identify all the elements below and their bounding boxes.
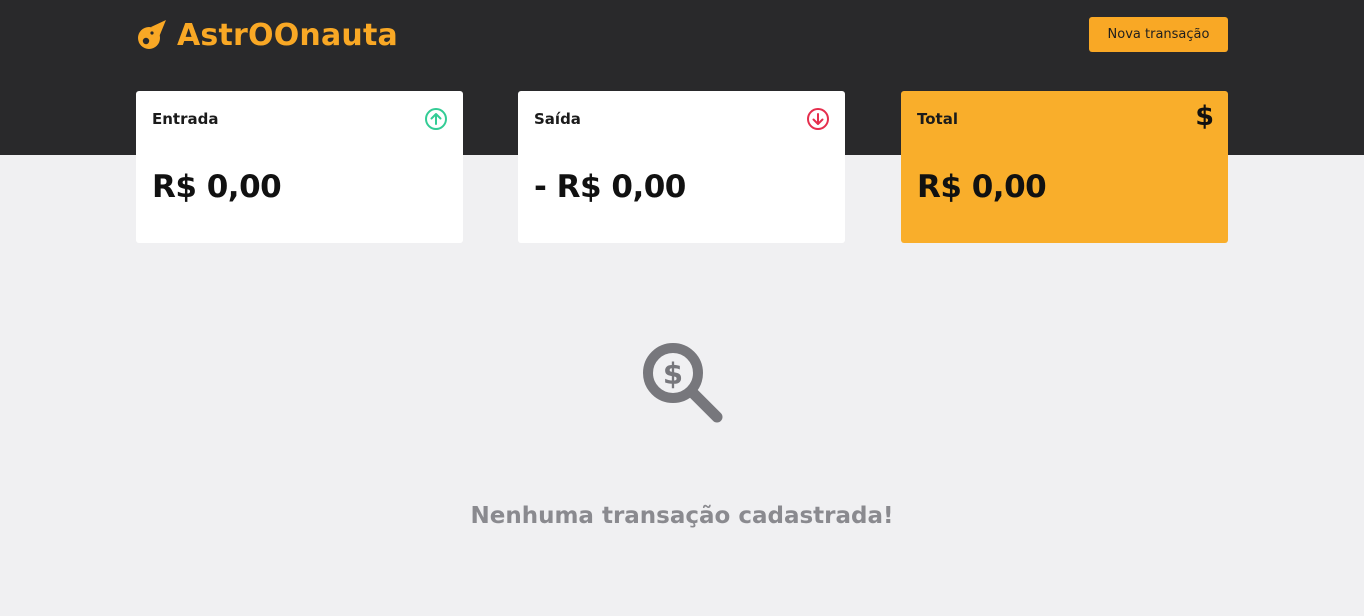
outcome-card: Saída - R$ 0,00 — [518, 91, 845, 243]
new-transaction-button[interactable]: Nova transação — [1089, 17, 1228, 52]
svg-text:$: $ — [663, 357, 683, 391]
arrow-up-circle-icon — [424, 107, 448, 135]
brand-logo[interactable]: AstrOOnauta — [135, 15, 398, 55]
total-card: Total $ R$ 0,00 — [901, 91, 1228, 243]
comet-icon — [135, 18, 169, 52]
arrow-down-circle-icon — [806, 107, 830, 135]
income-card-value: R$ 0,00 — [152, 169, 282, 205]
brand-name: AstrOOnauta — [177, 17, 398, 53]
dollar-icon: $ — [1195, 101, 1214, 132]
outcome-card-value: - R$ 0,00 — [534, 169, 686, 205]
total-card-value: R$ 0,00 — [917, 169, 1047, 205]
empty-state-message: Nenhuma transação cadastrada! — [470, 503, 894, 529]
outcome-card-title: Saída — [534, 110, 581, 128]
search-dollar-icon: $ — [640, 340, 724, 428]
total-card-title: Total — [917, 110, 958, 128]
income-card-title: Entrada — [152, 110, 219, 128]
income-card: Entrada R$ 0,00 — [136, 91, 463, 243]
